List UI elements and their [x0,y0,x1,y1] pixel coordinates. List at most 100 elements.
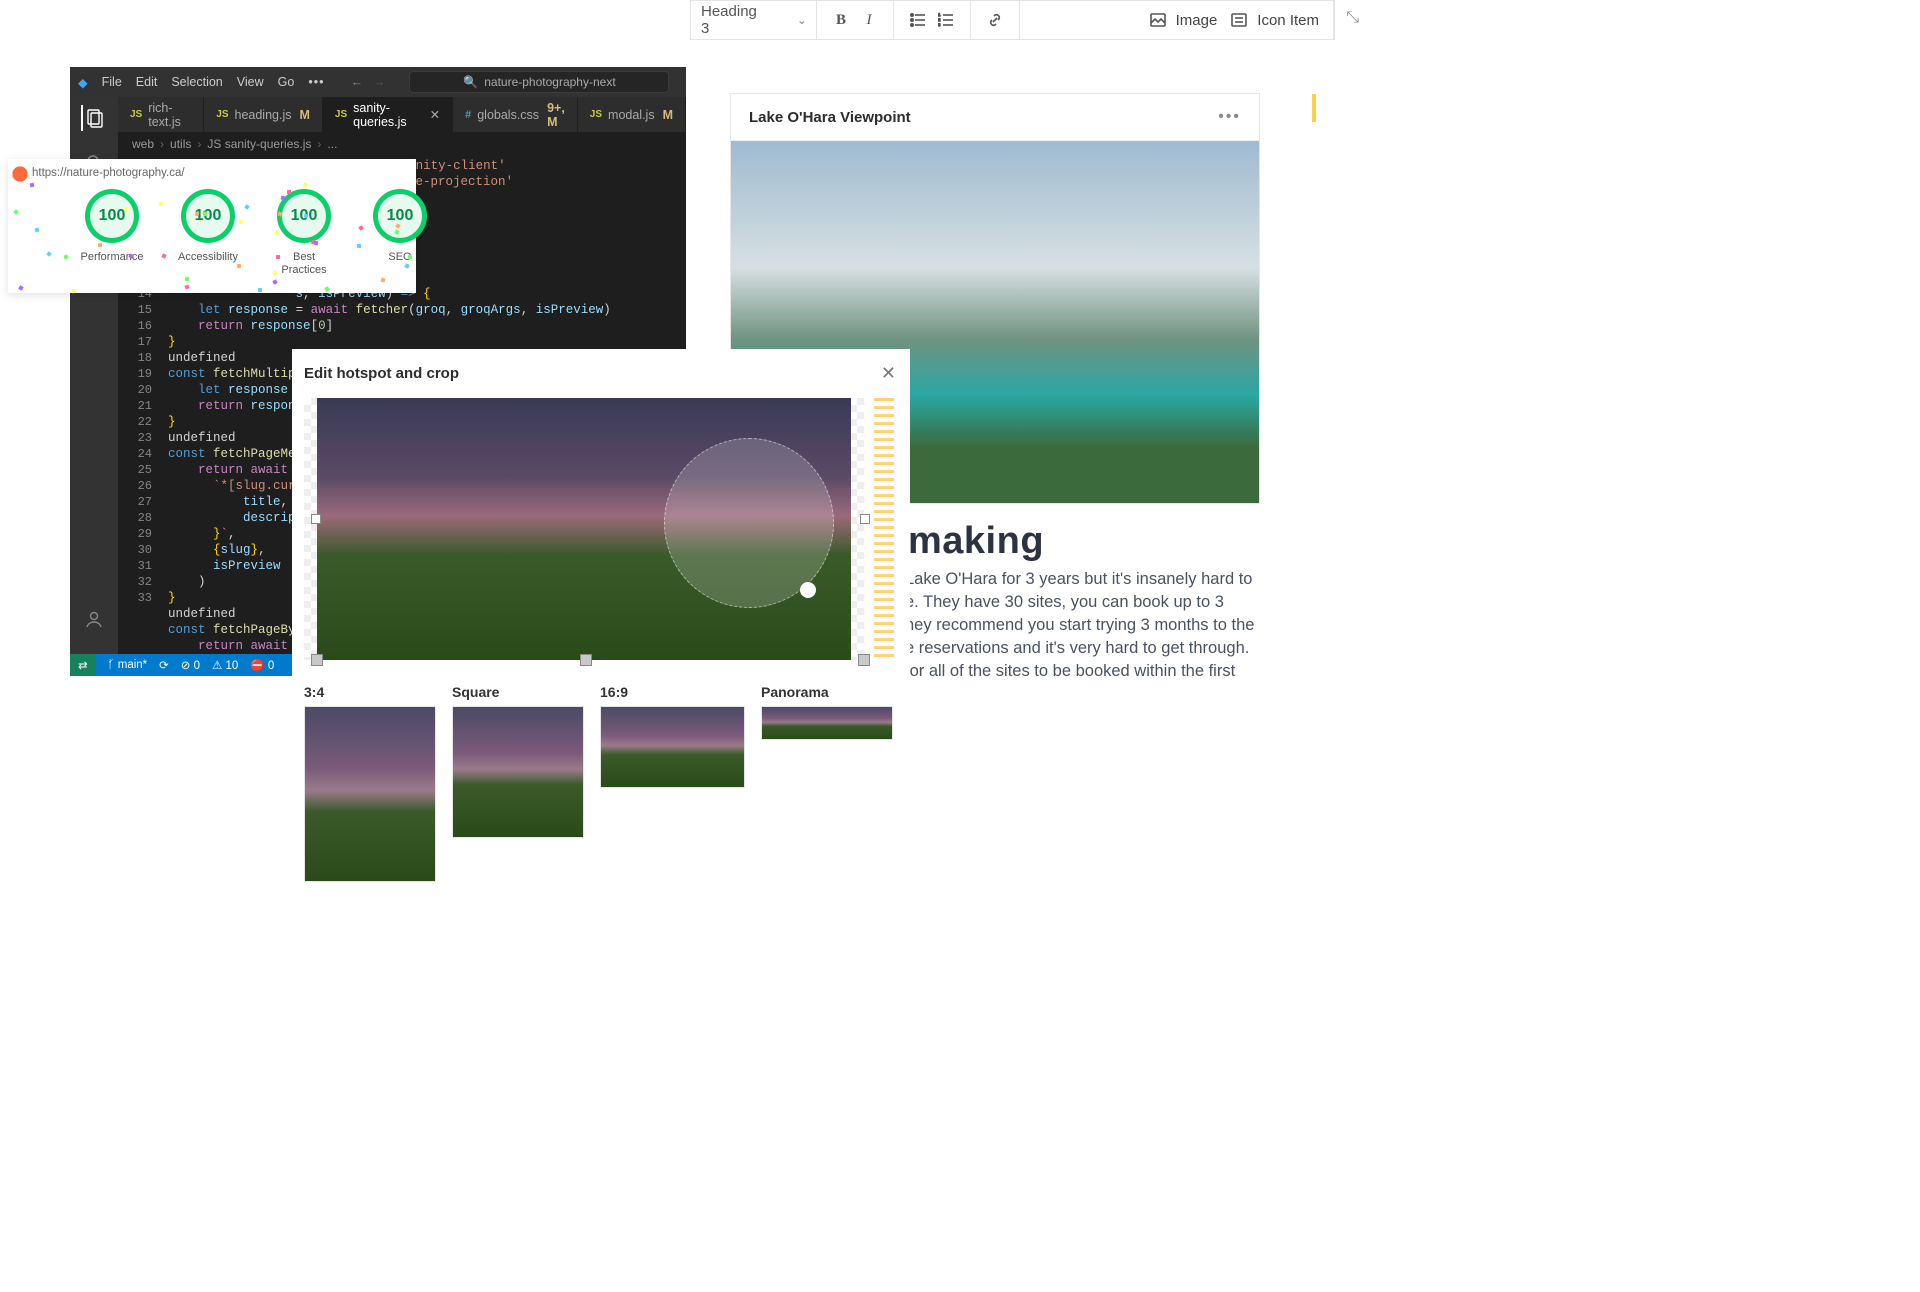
sync-button[interactable]: ⟳ [159,658,169,672]
score-ring: 100 [85,189,139,243]
account-icon[interactable] [81,606,107,632]
link-button[interactable] [981,6,1009,34]
crop-thumbnail [761,706,893,740]
tab-label: heading.js [235,108,292,122]
ports[interactable]: ⛔ 0 [250,658,274,672]
js-file-icon: JS [335,109,347,120]
icon-item-icon [1231,12,1247,28]
article-body[interactable]: Lake O'Hara for 3 years but it's insanel… [905,568,1255,683]
close-tab-icon[interactable]: ✕ [430,107,440,122]
crop-label: Panorama [761,684,893,700]
remote-icon: ⇄ [78,658,88,672]
hotspot-center-handle[interactable] [800,582,816,598]
crop-preview[interactable]: Square [452,684,584,882]
insert-image-button[interactable]: Image [1146,6,1222,34]
css-file-icon: # [465,109,471,121]
editor-tab[interactable]: #globals.css9+, M [453,97,578,132]
breadcrumb-item[interactable]: utils [170,137,191,151]
collapse-toolbar-button[interactable]: ⤡ [1346,9,1359,27]
crop-handle-bl[interactable] [311,654,323,666]
vscode-menu-go[interactable]: Go [278,75,295,89]
problems-warnings[interactable]: ⚠ 10 [212,658,238,672]
sanity-toolbar: Heading 3 ⌄ B I 123 Image [690,0,1335,40]
js-file-icon: JS [216,109,228,120]
bold-icon: B [836,12,846,29]
breadcrumb-item[interactable]: ... [327,137,337,151]
vscode-titlebar: ◆ File Edit Selection View Go ••• ← → 🔍 … [70,67,686,97]
lighthouse-url: https://nature-photography.ca/ [32,167,185,179]
explorer-icon[interactable] [81,105,107,131]
chevron-down-icon: ⌄ [797,13,807,27]
bullet-list-button[interactable] [904,6,932,34]
collapse-icon: ⤡ [1346,9,1359,26]
insert-icon-item-button[interactable]: Icon Item [1227,6,1323,34]
bold-button[interactable]: B [827,6,855,34]
heading-select[interactable]: Heading 3 ⌄ [701,3,807,37]
crop-handle-br[interactable] [858,654,870,666]
hotspot-canvas[interactable] [304,398,864,660]
problems-errors[interactable]: ⊘ 0 [181,658,200,672]
editor-tab[interactable]: JS rich-text.js [118,97,204,132]
insert-icon-item-label: Icon Item [1257,12,1319,29]
heading-select-label: Heading 3 [701,3,757,37]
breadcrumb-item[interactable]: web [132,137,154,151]
vscode-menu-selection[interactable]: Selection [171,75,222,89]
close-button[interactable]: ✕ [881,363,896,384]
insert-image-label: Image [1176,12,1218,29]
lighthouse-panel: https://nature-photography.ca/ 100 Perfor… [8,159,416,293]
crop-preview[interactable]: 3:4 [304,684,436,882]
crop-thumbnail [600,706,745,788]
bullet-list-icon [910,12,926,28]
vscode-menu-view[interactable]: View [237,75,264,89]
lighthouse-icon [11,165,29,183]
nav-back-button[interactable]: ← [350,75,363,89]
vscode-menu-file[interactable]: File [102,75,122,89]
score-ring: 100 [277,189,331,243]
score-label: BestPractices [281,251,326,277]
link-icon [987,12,1003,28]
breadcrumbs[interactable]: web›utils›JS sanity-queries.js›... [118,132,686,156]
js-file-icon: JS [130,109,142,120]
lighthouse-score: 100Accessibility [174,189,242,277]
score-label: Performance [81,251,144,264]
crop-thumbnail [304,706,436,882]
editor-tab[interactable]: JS modal.js M [578,97,686,132]
crop-label: 16:9 [600,684,745,700]
svg-text:3: 3 [938,22,941,27]
document-more-button[interactable]: ••• [1218,108,1241,126]
search-icon: 🔍 [463,75,478,89]
tab-label: modal.js [608,108,655,122]
crop-handle-bottom[interactable] [580,654,592,666]
command-center[interactable]: 🔍 nature-photography-next [409,71,669,93]
numbered-list-button[interactable]: 123 [932,6,960,34]
remote-indicator[interactable]: ⇄ [70,654,96,676]
editor-tab[interactable]: JSheading.jsM [204,97,323,132]
breadcrumb-item[interactable]: JS sanity-queries.js [207,137,311,151]
tab-label: rich-text.js [148,101,191,129]
crop-label: 3:4 [304,684,436,700]
article-heading[interactable]: making [908,520,1044,563]
lighthouse-score: 100 Performance [78,189,146,277]
vscode-menu-edit[interactable]: Edit [136,75,158,89]
vscode-menu-more[interactable]: ••• [308,75,324,89]
crop-handle-left[interactable] [311,514,321,524]
editor-tab[interactable]: JS sanity-queries.js ✕ [323,97,453,132]
hotspot-modal-title: Edit hotspot and crop [304,365,459,382]
modified-indicator: 9+, M [547,101,565,129]
document-title: Lake O'Hara Viewpoint [749,109,911,126]
tab-label: sanity-queries.js [353,101,419,129]
score-label: SEO [388,251,411,264]
modified-indicator: M [663,108,673,122]
editor-tabs: JS rich-text.js JS heading.js M JS sanity-quer… [118,97,686,132]
italic-icon: I [867,12,872,29]
nav-forward-button[interactable]: → [373,75,386,89]
git-branch[interactable]: ᚶ main* [108,659,148,671]
crop-preview[interactable]: Panorama [761,684,893,882]
italic-button[interactable]: I [855,6,883,34]
change-indicator [874,398,894,660]
crop-preview[interactable]: 16:9 [600,684,745,882]
hotspot-editor-modal: Edit hotspot and crop ✕ 3:4 Square 16:9 Pan… [292,349,910,909]
js-file-icon: JS [590,109,602,120]
vscode-logo-icon: ◆ [78,75,88,90]
crop-handle-right[interactable] [860,514,870,524]
